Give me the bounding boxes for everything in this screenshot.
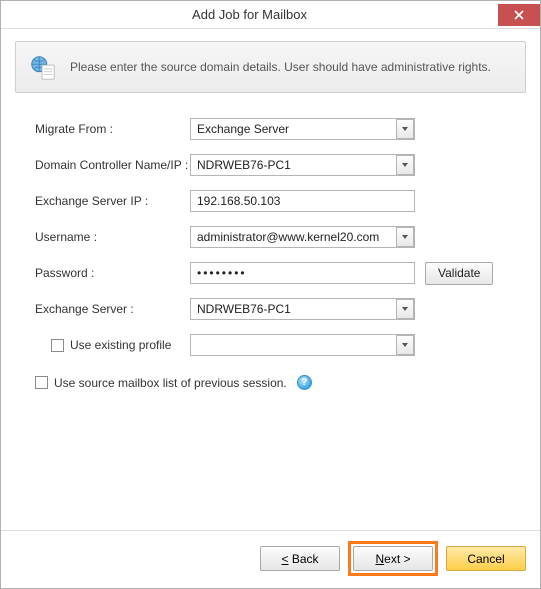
use-existing-profile-group: Use existing profile [35,338,190,352]
next-button[interactable]: Next > [353,546,433,571]
close-button[interactable] [498,4,540,26]
row-password: Password : Validate [35,261,506,285]
form: Migrate From : Domain Controller Name/IP… [15,117,526,390]
row-use-existing-profile: Use existing profile [35,333,506,357]
password-input[interactable] [190,262,415,284]
validate-button[interactable]: Validate [425,262,493,285]
row-migrate-from: Migrate From : [35,117,506,141]
migrate-from-dropdown-button[interactable] [396,119,414,139]
exchange-ip-input[interactable] [190,190,415,212]
exchange-server-dropdown-button[interactable] [396,299,414,319]
field-exchange-ip [190,190,415,212]
label-password: Password : [35,266,190,280]
row-use-source-session: Use source mailbox list of previous sess… [35,375,506,390]
window-title: Add Job for Mailbox [1,7,498,22]
label-migrate-from: Migrate From : [35,122,190,136]
field-password [190,262,415,284]
username-dropdown-button[interactable] [396,227,414,247]
username-combo[interactable] [190,226,415,248]
migrate-from-combo[interactable] [190,118,415,140]
label-exchange-server: Exchange Server : [35,302,190,316]
info-text: Please enter the source domain details. … [70,59,491,75]
existing-profile-combo[interactable] [190,334,415,356]
row-username: Username : [35,225,506,249]
use-source-session-label: Use source mailbox list of previous sess… [54,376,287,390]
field-existing-profile [190,334,415,356]
field-domain-controller [190,154,415,176]
field-exchange-server [190,298,415,320]
field-migrate-from [190,118,415,140]
row-domain-controller: Domain Controller Name/IP : [35,153,506,177]
row-exchange-server: Exchange Server : [35,297,506,321]
cancel-button[interactable]: Cancel [446,546,526,571]
label-username: Username : [35,230,190,244]
back-button[interactable]: < Back [260,546,340,571]
existing-profile-dropdown-button[interactable] [396,335,414,355]
use-source-session-checkbox[interactable] [35,376,48,389]
titlebar: Add Job for Mailbox [1,1,540,29]
help-icon[interactable]: ? [297,375,312,390]
label-domain-controller: Domain Controller Name/IP : [35,158,190,172]
content-area: Please enter the source domain details. … [1,29,540,530]
exchange-server-combo[interactable] [190,298,415,320]
footer: < Back Next > Cancel [1,530,540,588]
close-icon [514,10,524,20]
domain-controller-dropdown-button[interactable] [396,155,414,175]
use-existing-profile-checkbox[interactable] [51,339,64,352]
next-button-highlight: Next > [348,541,438,576]
globe-document-icon [28,52,58,82]
field-username [190,226,415,248]
domain-controller-combo[interactable] [190,154,415,176]
info-panel: Please enter the source domain details. … [15,41,526,93]
label-exchange-ip: Exchange Server IP : [35,194,190,208]
use-existing-profile-label: Use existing profile [70,338,171,352]
row-exchange-ip: Exchange Server IP : [35,189,506,213]
dialog-window: Add Job for Mailbox Please enter the sou… [0,0,541,589]
